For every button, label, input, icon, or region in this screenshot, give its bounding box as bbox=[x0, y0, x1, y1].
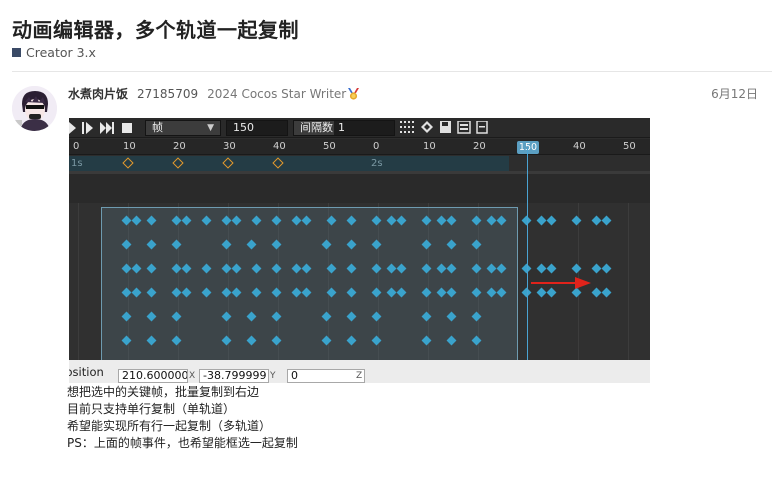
next-frame-icon bbox=[86, 122, 93, 134]
grid-line bbox=[78, 203, 79, 360]
grid-icon bbox=[400, 121, 414, 133]
keyframe[interactable] bbox=[571, 215, 582, 226]
interval-label: 间隔数 bbox=[300, 121, 333, 134]
ruler-tick-label: 50 bbox=[623, 141, 636, 152]
jump-end-icon bbox=[112, 122, 114, 134]
toolbar-icons bbox=[400, 121, 488, 134]
ruler-tick-label: 30 bbox=[223, 141, 236, 152]
avatar[interactable] bbox=[12, 86, 57, 131]
post-line: PS：上面的帧事件，也希望能框选一起复制 bbox=[67, 436, 298, 450]
unit-select-value: 帧 bbox=[152, 121, 163, 134]
category-label[interactable]: Creator 3.x bbox=[26, 45, 96, 60]
topic-title[interactable]: 动画编辑器，多个轨道一起复制 bbox=[12, 14, 299, 43]
keyframe[interactable] bbox=[546, 215, 557, 226]
editor-toolbar: 帧 ▼ 150 间隔数 1 bbox=[69, 118, 650, 138]
post-line: 想把选中的关键帧，批量复制到右边 bbox=[67, 385, 260, 399]
ruler-tick-label: 0 bbox=[73, 141, 80, 152]
keyboard-icon bbox=[457, 121, 471, 134]
timeline-ruler[interactable]: 0 10 20 30 40 50 0 10 20 40 50 bbox=[69, 139, 650, 155]
play-icon bbox=[69, 122, 76, 134]
axis-z-label: Z bbox=[356, 371, 363, 381]
keyframe[interactable] bbox=[601, 263, 612, 274]
playhead-line[interactable] bbox=[527, 148, 528, 360]
position-x-input[interactable]: 210.600000 bbox=[118, 369, 188, 383]
username[interactable]: 水煮肉片饭 bbox=[68, 85, 128, 102]
axis-x-label: X bbox=[189, 371, 196, 381]
ruler-tick-label: 0 bbox=[373, 141, 380, 152]
stop-icon bbox=[122, 123, 132, 133]
category-badge[interactable]: Creator 3.x bbox=[12, 45, 96, 60]
seconds-label: 1s bbox=[71, 158, 83, 169]
keyframe[interactable] bbox=[536, 215, 547, 226]
event-keyframe[interactable] bbox=[122, 157, 134, 169]
keyframe[interactable] bbox=[591, 215, 602, 226]
category-color-square bbox=[12, 48, 21, 57]
property-label: Position bbox=[69, 365, 104, 379]
axis-y-label: Y bbox=[270, 371, 276, 381]
unit-select[interactable]: 帧 ▼ bbox=[145, 120, 221, 136]
event-keyframe[interactable] bbox=[222, 157, 234, 169]
ruler-tick-label: 40 bbox=[573, 141, 586, 152]
ruler-tick-label: 10 bbox=[123, 141, 136, 152]
chevron-down-icon: ▼ bbox=[207, 123, 214, 133]
keyframe[interactable] bbox=[601, 215, 612, 226]
add-keyframe-icon bbox=[421, 121, 433, 133]
seconds-label: 2s bbox=[371, 158, 383, 169]
empty-track bbox=[69, 174, 650, 203]
keyframe[interactable] bbox=[601, 287, 612, 298]
user-title: 2024 Cocos Star Writer bbox=[207, 86, 347, 101]
property-bar: Position 210.600000 X -38.799999 Y 0 Z bbox=[69, 360, 650, 383]
ruler-tick-label: 10 bbox=[423, 141, 436, 152]
medal-icon bbox=[348, 87, 360, 100]
keyframe[interactable] bbox=[591, 263, 602, 274]
interval-input[interactable]: 1 bbox=[334, 121, 394, 135]
post-line: 目前只支持单行复制（单轨道） bbox=[67, 402, 236, 416]
keyframe[interactable] bbox=[591, 287, 602, 298]
post-line: 希望能实现所有行一起复制（多轨道） bbox=[67, 419, 272, 433]
post-date[interactable]: 6月12日 bbox=[711, 85, 758, 102]
playback-controls bbox=[69, 122, 132, 134]
event-track[interactable]: 1s 2s bbox=[69, 156, 509, 171]
post-body: 想把选中的关键帧，批量复制到右边 目前只支持单行复制（单轨道） 希望能实现所有行… bbox=[67, 384, 298, 452]
save-icon bbox=[440, 121, 451, 133]
ruler-tick-label: 40 bbox=[273, 141, 286, 152]
user-id[interactable]: 27185709 bbox=[137, 87, 198, 101]
animation-editor-screenshot: 帧 ▼ 150 间隔数 1 0 10 20 30 40 50 0 10 20 4… bbox=[69, 118, 650, 383]
post-meta: 水煮肉片饭 27185709 2024 Cocos Star Writer bbox=[68, 85, 360, 102]
ruler-tick-label: 50 bbox=[323, 141, 336, 152]
event-keyframe[interactable] bbox=[272, 157, 284, 169]
playhead-badge[interactable]: 150 bbox=[517, 141, 539, 154]
ruler-tick-label: 20 bbox=[173, 141, 186, 152]
keyframe[interactable] bbox=[571, 263, 582, 274]
topic-divider bbox=[12, 71, 772, 72]
red-arrow-annotation bbox=[531, 277, 591, 289]
avatar-image bbox=[12, 86, 57, 131]
keyframe[interactable] bbox=[536, 263, 547, 274]
clip-icon bbox=[476, 121, 488, 134]
frame-input[interactable]: 150 bbox=[226, 120, 288, 136]
grid-line bbox=[628, 203, 629, 360]
interval-field[interactable]: 间隔数 1 bbox=[293, 120, 395, 136]
keyframe[interactable] bbox=[546, 263, 557, 274]
ruler-tick-label: 20 bbox=[473, 141, 486, 152]
position-z-input[interactable]: 0 bbox=[287, 369, 365, 383]
position-y-input[interactable]: -38.799999 bbox=[199, 369, 269, 383]
event-keyframe[interactable] bbox=[172, 157, 184, 169]
